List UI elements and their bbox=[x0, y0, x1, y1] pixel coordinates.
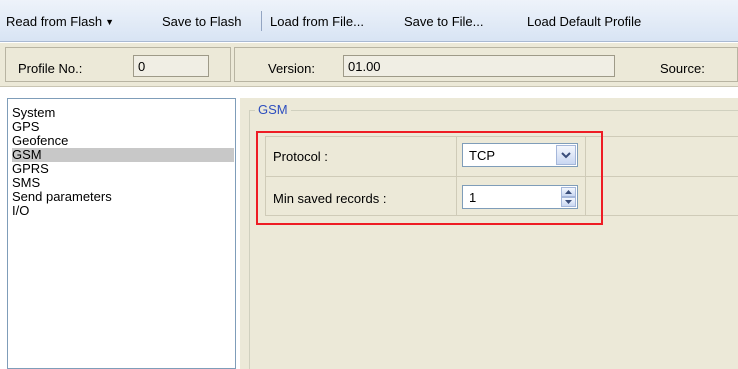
settings-tree: System GPS Geofence GSM GPRS SMS Send pa… bbox=[7, 98, 236, 369]
read-from-flash-label: Read from Flash bbox=[6, 14, 103, 29]
version-field: 01.00 bbox=[343, 55, 615, 77]
tree-item-io[interactable]: I/O bbox=[12, 204, 234, 218]
protocol-select[interactable]: TCP bbox=[462, 143, 578, 167]
toolbar: Read from Flash ▼ Save to Flash Load from… bbox=[0, 0, 738, 42]
grid-line bbox=[265, 136, 738, 137]
group-title: GSM bbox=[255, 102, 291, 117]
tree-item-gsm[interactable]: GSM bbox=[12, 148, 234, 162]
stepper-up-icon[interactable] bbox=[561, 187, 576, 197]
version-label: Version: bbox=[268, 61, 315, 76]
protocol-label: Protocol : bbox=[273, 149, 328, 164]
grid-line bbox=[265, 136, 266, 216]
gsm-settings-panel: GSM Protocol : TCP Min saved records : 1 bbox=[240, 98, 738, 369]
chevron-down-icon[interactable] bbox=[556, 145, 576, 165]
tree-item-gprs[interactable]: GPRS bbox=[12, 162, 234, 176]
tree-item-gps[interactable]: GPS bbox=[12, 120, 234, 134]
save-to-file-button[interactable]: Save to File... bbox=[404, 14, 483, 29]
load-default-profile-button[interactable]: Load Default Profile bbox=[527, 14, 641, 29]
grid-line bbox=[585, 136, 586, 216]
grid-line bbox=[265, 176, 738, 177]
group-border bbox=[249, 110, 738, 111]
protocol-value: TCP bbox=[469, 148, 495, 163]
min-saved-records-label: Min saved records : bbox=[273, 191, 387, 206]
settings-grid: Protocol : TCP Min saved records : 1 bbox=[265, 136, 738, 216]
tree-item-sms[interactable]: SMS bbox=[12, 176, 234, 190]
min-saved-records-value[interactable]: 1 bbox=[469, 190, 476, 205]
grid-line bbox=[456, 136, 457, 216]
tree-item-send-parameters[interactable]: Send parameters bbox=[12, 190, 234, 204]
profile-info-bar: Profile No.: 0 Version: 01.00 Source: bbox=[0, 43, 738, 87]
dropdown-arrow-icon[interactable]: ▼ bbox=[105, 17, 114, 27]
min-saved-records-stepper[interactable]: 1 bbox=[462, 185, 578, 209]
profile-no-label: Profile No.: bbox=[18, 61, 83, 76]
version-value: 01.00 bbox=[348, 59, 381, 74]
toolbar-separator bbox=[261, 11, 262, 31]
grid-line bbox=[265, 215, 738, 216]
save-to-flash-button[interactable]: Save to Flash bbox=[162, 14, 242, 29]
stepper-buttons bbox=[561, 187, 576, 207]
stepper-down-icon[interactable] bbox=[561, 197, 576, 207]
read-from-flash-button[interactable]: Read from Flash ▼ bbox=[6, 14, 114, 29]
profile-no-value: 0 bbox=[138, 59, 146, 74]
profile-no-field: 0 bbox=[133, 55, 209, 77]
tree-item-geofence[interactable]: Geofence bbox=[12, 134, 234, 148]
group-border-left bbox=[249, 110, 250, 369]
load-from-file-button[interactable]: Load from File... bbox=[270, 14, 364, 29]
source-label: Source: bbox=[660, 61, 705, 76]
tree-item-system[interactable]: System bbox=[12, 106, 234, 120]
